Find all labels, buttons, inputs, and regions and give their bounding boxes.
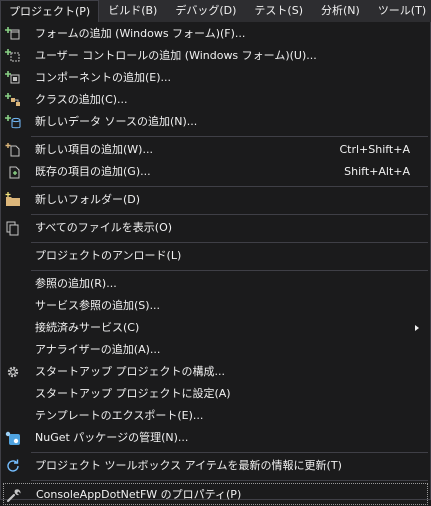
menu-analyze[interactable]: 分析(N) <box>312 0 369 22</box>
menu-item-label: サービス参照の追加(S)... <box>35 299 161 312</box>
separator <box>31 186 428 187</box>
menu-item-label: 新しい項目の追加(W)... <box>35 143 153 156</box>
menu-item-connected-services[interactable]: 接続済みサービス(C) <box>1 317 430 339</box>
menu-item-label: フォームの追加 (Windows フォーム)(F)... <box>35 27 246 40</box>
menu-item-export-template[interactable]: テンプレートのエクスポート(E)... <box>1 405 430 427</box>
menu-item-add-class[interactable]: クラスの追加(C)... <box>1 89 430 111</box>
menu-item-add-form[interactable]: フォームの追加 (Windows フォーム)(F)... <box>1 23 430 45</box>
submenu-arrow-icon <box>415 325 419 331</box>
separator <box>31 452 428 453</box>
show-all-files-icon <box>5 220 21 236</box>
menu-tools[interactable]: ツール(T) <box>369 0 431 22</box>
menu-item-show-all-files[interactable]: すべてのファイルを表示(O) <box>1 217 430 239</box>
menu-item-shortcut: Shift+Alt+A <box>344 165 410 178</box>
menu-item-label: ConsoleAppDotNetFW のプロパティ(P) <box>36 488 242 501</box>
menu-item-label: アナライザーの追加(A)... <box>35 343 161 356</box>
menu-item-label: 参照の追加(R)... <box>35 277 117 290</box>
menu-item-label: NuGet パッケージの管理(N)... <box>35 431 189 444</box>
refresh-icon <box>5 458 21 474</box>
menu-project[interactable]: プロジェクト(P) <box>0 0 100 22</box>
menu-item-refresh-toolbox-items[interactable]: プロジェクト ツールボックス アイテムを最新の情報に更新(T) <box>1 455 430 477</box>
menu-item-new-folder[interactable]: 新しいフォルダー(D) <box>1 189 430 211</box>
menu-item-manage-nuget-packages[interactable]: NuGet パッケージの管理(N)... <box>1 427 430 449</box>
menu-item-label: プロジェクト ツールボックス アイテムを最新の情報に更新(T) <box>35 459 342 472</box>
menu-item-label: すべてのファイルを表示(O) <box>35 221 173 234</box>
menu-item-label: テンプレートのエクスポート(E)... <box>35 409 204 422</box>
new-folder-icon <box>5 192 21 208</box>
menu-item-project-properties[interactable]: ConsoleAppDotNetFW のプロパティ(P) <box>3 483 428 505</box>
menu-item-label: 新しいフォルダー(D) <box>35 193 141 206</box>
add-data-source-icon <box>5 114 21 130</box>
menu-item-add-service-reference[interactable]: サービス参照の追加(S)... <box>1 295 430 317</box>
separator <box>31 242 428 243</box>
menu-item-new-item[interactable]: 新しい項目の追加(W)... Ctrl+Shift+A <box>1 139 430 161</box>
add-component-icon <box>5 70 21 86</box>
menu-item-label: コンポーネントの追加(E)... <box>35 71 172 84</box>
separator <box>31 480 428 481</box>
separator <box>31 214 428 215</box>
menu-bar: プロジェクト(P) ビルド(B) デバッグ(D) テスト(S) 分析(N) ツー… <box>0 0 431 22</box>
menu-item-label: 接続済みサービス(C) <box>35 321 140 334</box>
menu-item-shortcut: Ctrl+Shift+A <box>339 143 410 156</box>
add-class-icon <box>5 92 21 108</box>
project-menu-dropdown: フォームの追加 (Windows フォーム)(F)... ユーザー コントロール… <box>0 22 431 505</box>
menu-item-label: プロジェクトのアンロード(L) <box>35 249 182 262</box>
menu-item-label: クラスの追加(C)... <box>35 93 128 106</box>
separator <box>31 270 428 271</box>
menu-item-add-reference[interactable]: 参照の追加(R)... <box>1 273 430 295</box>
menu-item-add-data-source[interactable]: 新しいデータ ソースの追加(N)... <box>1 111 430 133</box>
menu-item-add-analyzer[interactable]: アナライザーの追加(A)... <box>1 339 430 361</box>
separator <box>31 136 428 137</box>
add-form-icon <box>5 26 21 42</box>
nuget-icon <box>5 430 21 446</box>
menu-item-label: スタートアップ プロジェクトに設定(A) <box>35 387 231 400</box>
menu-build[interactable]: ビルド(B) <box>99 0 166 22</box>
menu-item-label: ユーザー コントロールの追加 (Windows フォーム)(U)... <box>35 49 317 62</box>
add-user-control-icon <box>5 48 21 64</box>
new-item-icon <box>5 142 21 158</box>
menu-item-add-user-control[interactable]: ユーザー コントロールの追加 (Windows フォーム)(U)... <box>1 45 430 67</box>
menu-item-label: スタートアップ プロジェクトの構成... <box>35 365 225 378</box>
menu-item-unload-project[interactable]: プロジェクトのアンロード(L) <box>1 245 430 267</box>
gear-icon <box>5 364 21 380</box>
menu-item-configure-startup-projects[interactable]: スタートアップ プロジェクトの構成... <box>1 361 430 383</box>
menu-test[interactable]: テスト(S) <box>245 0 312 22</box>
existing-item-icon <box>5 164 21 180</box>
menu-item-set-startup-project[interactable]: スタートアップ プロジェクトに設定(A) <box>1 383 430 405</box>
menu-debug[interactable]: デバッグ(D) <box>166 0 245 22</box>
menu-item-add-component[interactable]: コンポーネントの追加(E)... <box>1 67 430 89</box>
menu-item-label: 新しいデータ ソースの追加(N)... <box>35 115 198 128</box>
menu-item-existing-item[interactable]: 既存の項目の追加(G)... Shift+Alt+A <box>1 161 430 183</box>
menu-item-label: 既存の項目の追加(G)... <box>35 165 151 178</box>
